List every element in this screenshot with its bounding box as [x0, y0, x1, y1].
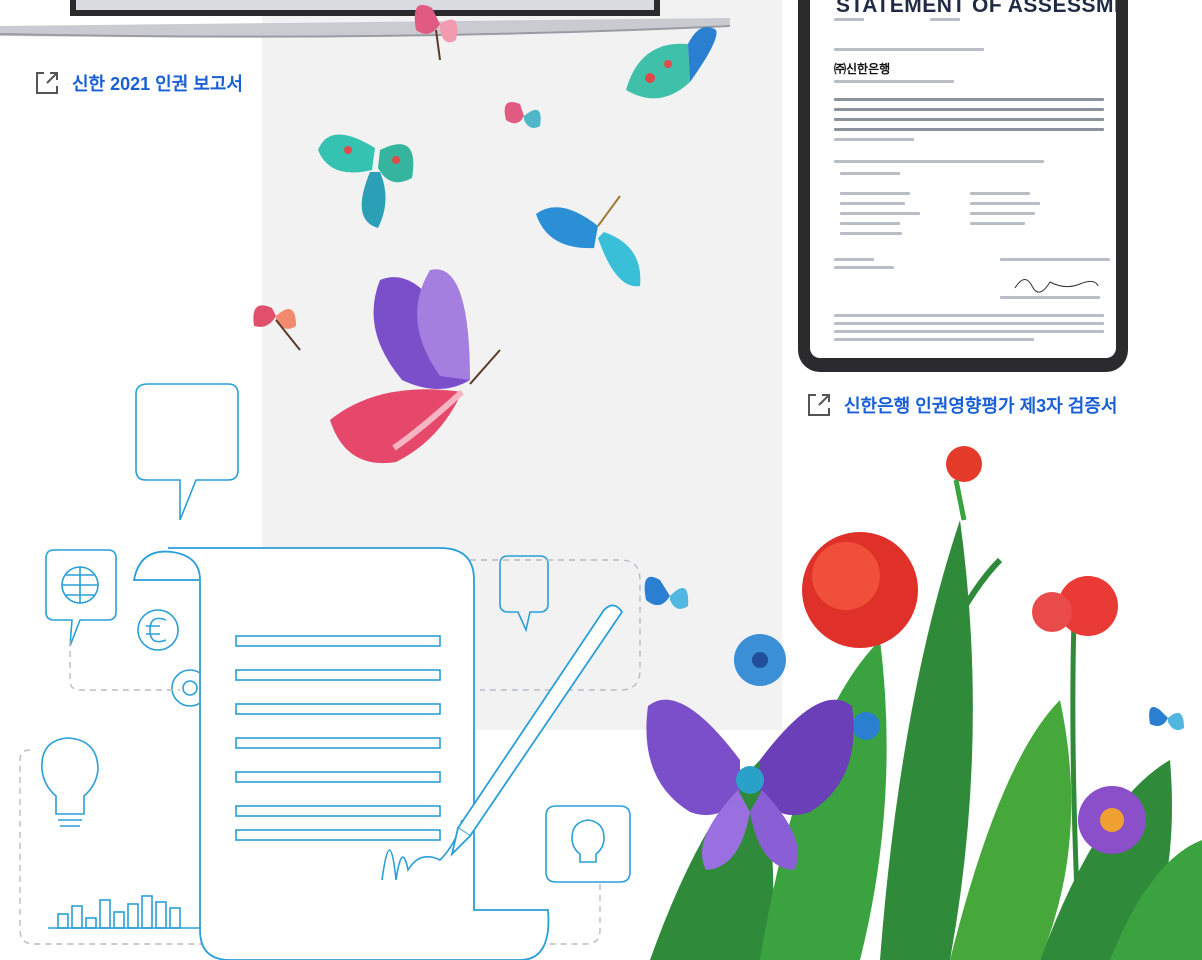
lightbulb-icon — [545, 805, 631, 883]
butterfly-icon — [504, 102, 541, 128]
butterfly-icon — [414, 4, 458, 61]
pen-icon — [450, 604, 624, 857]
butterfly-icon — [253, 305, 301, 351]
bar-chart-icon — [48, 895, 206, 929]
globe-icon — [45, 549, 117, 647]
lightbulb-icon — [41, 737, 99, 827]
speech-bubble-icon — [135, 383, 239, 521]
decorative-illustration — [19, 4, 1202, 960]
butterfly-icon — [536, 195, 641, 287]
speech-bubble-icon — [499, 555, 549, 633]
paper-scroll-icon — [132, 547, 550, 960]
butterfly-icon — [626, 27, 717, 99]
euro-coin-icon — [137, 609, 179, 651]
flower-illustration — [644, 446, 1202, 960]
butterfly-icon — [318, 134, 414, 228]
butterfly-icon — [330, 269, 501, 464]
